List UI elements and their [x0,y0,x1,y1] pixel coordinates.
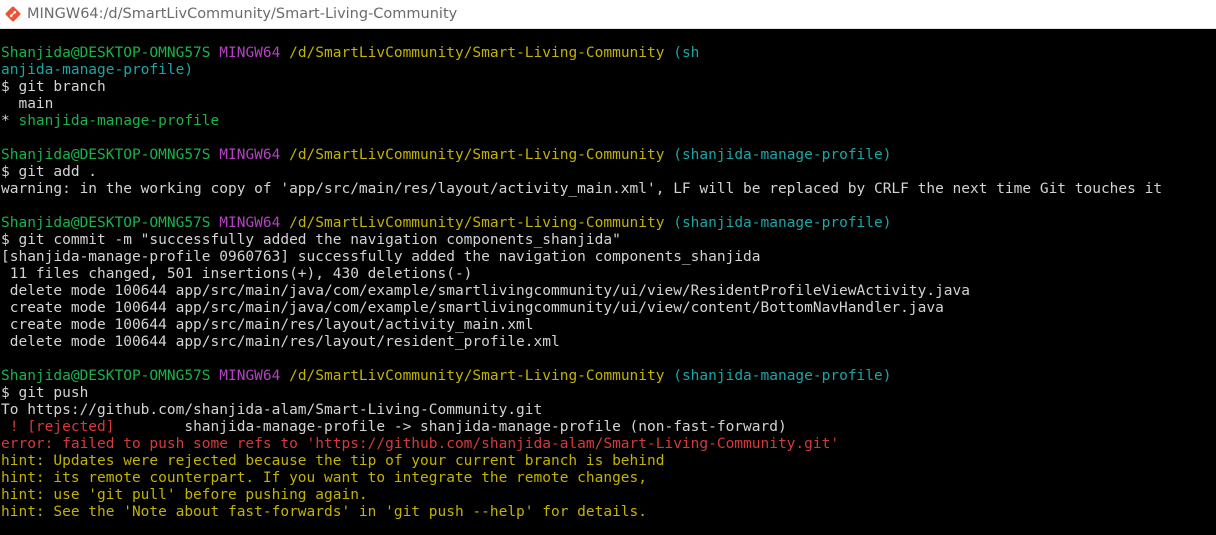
prompt-shell: MINGW64 [219,215,281,231]
prompt-shell: MINGW64 [219,45,281,61]
push-target-line: To https://github.com/shanjida-alam/Smar… [1,402,543,418]
commit-output-line: [shanjida-manage-profile 0960763] succes… [1,249,761,265]
prompt-branch: (shanjida-manage-profile) [673,368,892,384]
warning-line: warning: in the working copy of 'app/src… [1,181,1163,197]
prompt-branch: (shanjida-manage-profile) [673,147,892,163]
error-line: error: failed to push some refs to 'http… [1,436,840,452]
prompt-branch-wrap: anjida-manage-profile) [1,62,194,78]
hint-line: hint: See the 'Note about fast-forwards'… [1,504,648,520]
prompt-line: Shanjida@DESKTOP-OMNG57S MINGW64 /d/Smar… [1,147,1216,164]
prompt-line: Shanjida@DESKTOP-OMNG57S MINGW64 /d/Smar… [1,368,1216,385]
rejected-line: ! [rejected] shanjida-manage-profile -> … [1,419,1216,436]
hint-line: hint: its remote counterpart. If you wan… [1,470,648,486]
prompt-user-host: Shanjida@DESKTOP-OMNG57S [1,215,211,231]
commit-output-line: create mode 100644 app/src/main/res/layo… [1,317,534,333]
rejected-detail: shanjida-manage-profile -> shanjida-mana… [114,419,787,435]
current-branch-marker: * [1,113,19,129]
prompt-shell: MINGW64 [219,368,281,384]
rejected-tag: ! [rejected] [1,419,115,435]
commit-output-line: delete mode 100644 app/src/main/res/layo… [1,334,560,350]
command-line: $ git commit -m "successfully added the … [1,232,621,248]
terminal-output[interactable]: Shanjida@DESKTOP-OMNG57S MINGW64 /d/Smar… [1,45,1216,521]
prompt-line: Shanjida@DESKTOP-OMNG57S MINGW64 /d/Smar… [1,215,1216,232]
commit-output-line: 11 files changed, 501 insertions(+), 430… [1,266,473,282]
prompt-path: /d/SmartLivCommunity/Smart-Living-Commun… [289,45,665,61]
prompt-user-host: Shanjida@DESKTOP-OMNG57S [1,147,211,163]
hint-line: hint: use 'git pull' before pushing agai… [1,487,368,503]
git-bash-icon [5,6,21,22]
commit-output-line: create mode 100644 app/src/main/java/com… [1,300,944,316]
prompt-path: /d/SmartLivCommunity/Smart-Living-Commun… [289,368,665,384]
hint-line: hint: Updates were rejected because the … [1,453,665,469]
title-bar[interactable]: MINGW64:/d/SmartLivCommunity/Smart-Livin… [0,0,1216,29]
branch-list-item-current: * shanjida-manage-profile [1,113,1216,130]
git-bash-window: MINGW64:/d/SmartLivCommunity/Smart-Livin… [0,0,1216,535]
branch-list-item: main [1,96,54,112]
prompt-branch: (shanjida-manage-profile) [673,215,892,231]
window-title: MINGW64:/d/SmartLivCommunity/Smart-Livin… [27,6,458,22]
prompt-user-host: Shanjida@DESKTOP-OMNG57S [1,45,211,61]
prompt-branch: (sh [673,45,700,61]
prompt-path: /d/SmartLivCommunity/Smart-Living-Commun… [289,215,665,231]
command-line: $ git push [1,385,89,401]
command-line: $ git add . [1,164,98,180]
commit-output-line: delete mode 100644 app/src/main/java/com… [1,283,971,299]
prompt-path: /d/SmartLivCommunity/Smart-Living-Commun… [289,147,665,163]
current-branch-name: shanjida-manage-profile [18,113,220,129]
prompt-shell: MINGW64 [219,147,281,163]
prompt-line: Shanjida@DESKTOP-OMNG57S MINGW64 /d/Smar… [1,45,1216,62]
prompt-user-host: Shanjida@DESKTOP-OMNG57S [1,368,211,384]
command-line: $ git branch [1,79,106,95]
